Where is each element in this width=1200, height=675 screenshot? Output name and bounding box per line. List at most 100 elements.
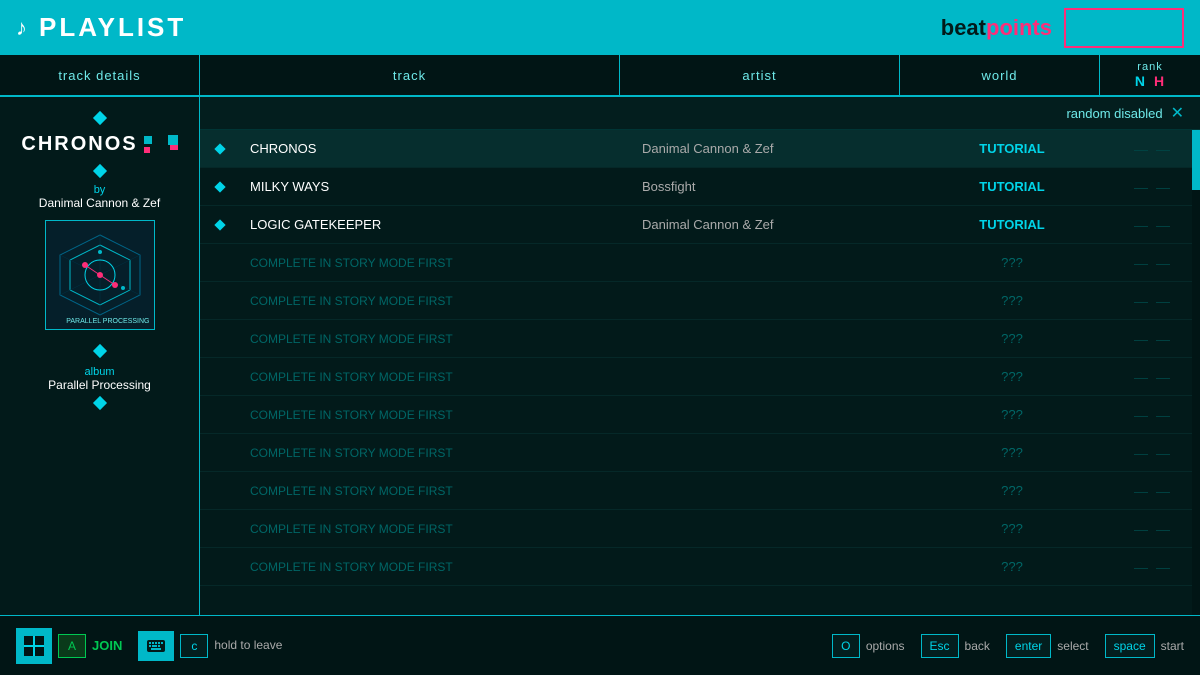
- track-world-cell: ???: [912, 369, 1112, 384]
- a-key-button[interactable]: A: [58, 634, 86, 658]
- track-rank-cell: ——: [1112, 179, 1192, 195]
- track-world-cell: ???: [912, 331, 1112, 346]
- diamond-2: [92, 164, 106, 178]
- select-label: select: [1057, 639, 1088, 653]
- footer: A JOIN c hold to leave O options Esc: [0, 615, 1200, 675]
- back-label: back: [965, 639, 990, 653]
- track-list: CHRONOS Danimal Cannon & Zef TUTORIAL ——…: [200, 130, 1200, 615]
- main-content: CHRONOS by Danimal Cannon & Zef: [0, 97, 1200, 615]
- footer-select-group[interactable]: enter select: [1006, 634, 1089, 658]
- selected-artist-name: Danimal Cannon & Zef: [39, 196, 160, 210]
- space-key-button[interactable]: space: [1105, 634, 1155, 658]
- footer-start-group[interactable]: space start: [1105, 634, 1184, 658]
- album-art-label-text: PARALLEL PROCESSING: [66, 318, 149, 325]
- header: ♪ PLAYLIST beatpoints: [0, 0, 1200, 55]
- locked-track-cell: COMPLETE IN STORY MODE FIRST: [240, 370, 632, 384]
- track-decoration: [144, 136, 152, 153]
- header-right: beatpoints: [941, 8, 1184, 48]
- track-rank-cell: ——: [1112, 293, 1192, 309]
- selected-track-name: CHRONOS: [21, 133, 177, 156]
- track-artist-cell: Danimal Cannon & Zef: [632, 141, 912, 156]
- table-row[interactable]: LOGIC GATEKEEPER Danimal Cannon & Zef TU…: [200, 206, 1200, 244]
- table-row: COMPLETE IN STORY MODE FIRST ??? ——: [200, 244, 1200, 282]
- playlist-title: PLAYLIST: [39, 12, 186, 43]
- track-arrow-icon: [158, 135, 178, 155]
- track-artist-cell: Bossfight: [632, 179, 912, 194]
- o-key-button[interactable]: O: [832, 634, 860, 658]
- scrollbar[interactable]: [1192, 130, 1200, 615]
- locked-track-cell: COMPLETE IN STORY MODE FIRST: [240, 484, 632, 498]
- table-row: COMPLETE IN STORY MODE FIRST ??? ——: [200, 510, 1200, 548]
- track-world-cell: TUTORIAL: [912, 217, 1112, 232]
- track-rank-cell: ——: [1112, 445, 1192, 461]
- random-bar: random disabled ✕: [200, 97, 1200, 130]
- col-header-rank: rank N H: [1100, 55, 1200, 95]
- diamond-4: [92, 396, 106, 410]
- start-label: start: [1161, 639, 1184, 653]
- track-world-cell: ???: [912, 559, 1112, 574]
- right-content: random disabled ✕ CHRONOS Danimal Cannon…: [200, 97, 1200, 615]
- col-header-track-details: track details: [0, 55, 200, 95]
- track-rank-cell: ——: [1112, 407, 1192, 423]
- diamond-3: [92, 344, 106, 358]
- header-left: ♪ PLAYLIST: [16, 12, 186, 43]
- row-selector: [200, 145, 240, 153]
- beat-text: beat: [941, 15, 986, 40]
- locked-track-cell: COMPLETE IN STORY MODE FIRST: [240, 256, 632, 270]
- keyboard-icon: [138, 631, 174, 661]
- random-disabled-text: random disabled: [1066, 106, 1162, 121]
- track-world-cell: ???: [912, 407, 1112, 422]
- locked-track-cell: COMPLETE IN STORY MODE FIRST: [240, 522, 632, 536]
- left-panel: CHRONOS by Danimal Cannon & Zef: [0, 97, 200, 615]
- join-label: JOIN: [92, 638, 122, 653]
- locked-track-cell: COMPLETE IN STORY MODE FIRST: [240, 446, 632, 460]
- album-art-svg: [55, 230, 145, 320]
- track-rank-cell: ——: [1112, 559, 1192, 575]
- footer-hold-group: c hold to leave: [138, 631, 282, 661]
- random-close-icon[interactable]: ✕: [1171, 103, 1184, 123]
- music-icon: ♪: [16, 15, 27, 41]
- track-rank-cell: ——: [1112, 521, 1192, 537]
- track-world-cell: ???: [912, 293, 1112, 308]
- col-header-track: track: [200, 55, 620, 95]
- track-rank-cell: ——: [1112, 483, 1192, 499]
- locked-track-cell: COMPLETE IN STORY MODE FIRST: [240, 408, 632, 422]
- track-rank-cell: ——: [1112, 255, 1192, 271]
- c-key-button[interactable]: c: [180, 634, 208, 658]
- footer-options-group[interactable]: O options: [832, 634, 905, 658]
- locked-track-cell: COMPLETE IN STORY MODE FIRST: [240, 332, 632, 346]
- table-row: COMPLETE IN STORY MODE FIRST ??? ——: [200, 282, 1200, 320]
- track-world-cell: ???: [912, 255, 1112, 270]
- album-name: Parallel Processing: [48, 378, 151, 392]
- enter-key-button[interactable]: enter: [1006, 634, 1051, 658]
- table-row: COMPLETE IN STORY MODE FIRST ??? ——: [200, 548, 1200, 586]
- track-world-cell: ???: [912, 483, 1112, 498]
- row-selector: [200, 221, 240, 229]
- track-rank-cell: ——: [1112, 331, 1192, 347]
- footer-player-group: A JOIN: [16, 628, 122, 664]
- table-row: COMPLETE IN STORY MODE FIRST ??? ——: [200, 434, 1200, 472]
- footer-back-group[interactable]: Esc back: [921, 634, 990, 658]
- track-rank-cell: ——: [1112, 217, 1192, 233]
- diamond-top: [92, 111, 106, 125]
- table-row[interactable]: MILKY WAYS Bossfight TUTORIAL ——: [200, 168, 1200, 206]
- col-header-world: world: [900, 55, 1100, 95]
- track-world-cell: ???: [912, 521, 1112, 536]
- locked-track-cell: COMPLETE IN STORY MODE FIRST: [240, 560, 632, 574]
- gamepad-inner: [24, 636, 44, 656]
- table-row: COMPLETE IN STORY MODE FIRST ??? ——: [200, 320, 1200, 358]
- esc-key-button[interactable]: Esc: [921, 634, 959, 658]
- track-name-cell: LOGIC GATEKEEPER: [240, 217, 632, 232]
- track-name-cell: MILKY WAYS: [240, 179, 632, 194]
- locked-track-cell: COMPLETE IN STORY MODE FIRST: [240, 294, 632, 308]
- by-label: by: [94, 184, 106, 196]
- scrollbar-thumb[interactable]: [1192, 130, 1200, 190]
- row-diamond-icon: [214, 143, 225, 154]
- album-label: album: [85, 366, 115, 378]
- track-world-cell: TUTORIAL: [912, 179, 1112, 194]
- album-art: PARALLEL PROCESSING: [45, 220, 155, 330]
- table-row[interactable]: CHRONOS Danimal Cannon & Zef TUTORIAL ——: [200, 130, 1200, 168]
- beatpoints-box: [1064, 8, 1184, 48]
- row-diamond-icon: [214, 219, 225, 230]
- track-world-cell: TUTORIAL: [912, 141, 1112, 156]
